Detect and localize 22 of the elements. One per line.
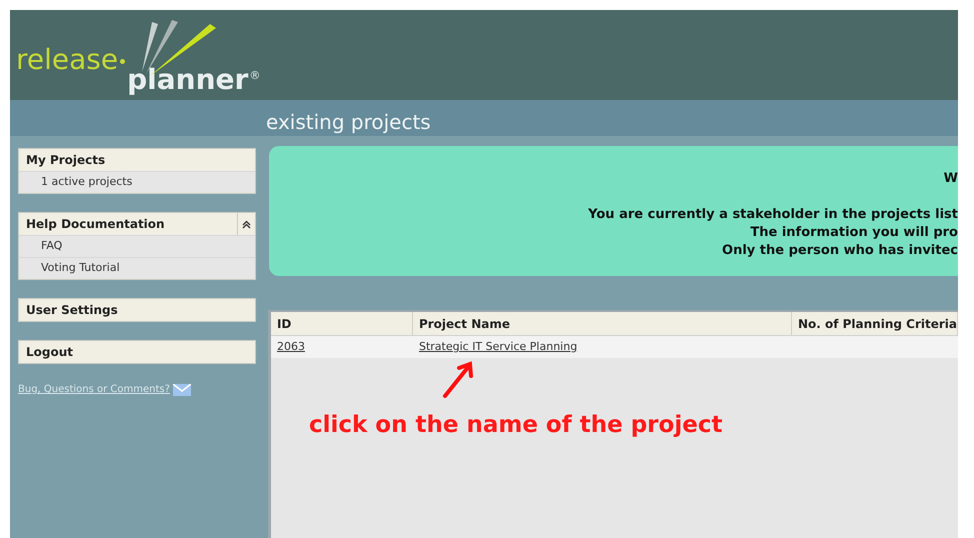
notice-text: Only the person who has invitec <box>722 242 958 260</box>
mail-icon[interactable] <box>172 384 191 396</box>
column-header[interactable]: Project Name <box>412 312 792 335</box>
sidebar-item[interactable]: Voting Tutorial <box>19 257 255 279</box>
sidebar-item[interactable]: FAQ <box>19 235 255 257</box>
registered-mark: ® <box>249 68 260 84</box>
notice-text: The information you will pro <box>750 224 958 242</box>
notice-text: You are currently a stakeholder in the projects list <box>588 206 958 224</box>
sidebar-header[interactable]: My Projects <box>19 149 255 171</box>
logo-text: planner <box>127 66 248 94</box>
sidebar-header[interactable]: User Settings <box>19 299 255 321</box>
table-link[interactable]: 2063 <box>276 338 305 356</box>
sidebar-item[interactable]: 1 active projects <box>19 171 255 193</box>
sidebar-header[interactable]: Logout <box>19 341 255 363</box>
annotation-text: click on the name of the project <box>308 411 722 440</box>
notice-text: W <box>944 170 958 188</box>
column-header[interactable]: ID <box>270 312 413 335</box>
page-title: existing projects <box>266 112 431 136</box>
sidebar-header[interactable]: Help Documentation <box>19 213 255 235</box>
column-header[interactable]: No. of Planning Criteria <box>792 312 958 335</box>
logo-text: release <box>16 46 118 74</box>
table-link[interactable]: Strategic IT Service Planning <box>418 338 578 356</box>
